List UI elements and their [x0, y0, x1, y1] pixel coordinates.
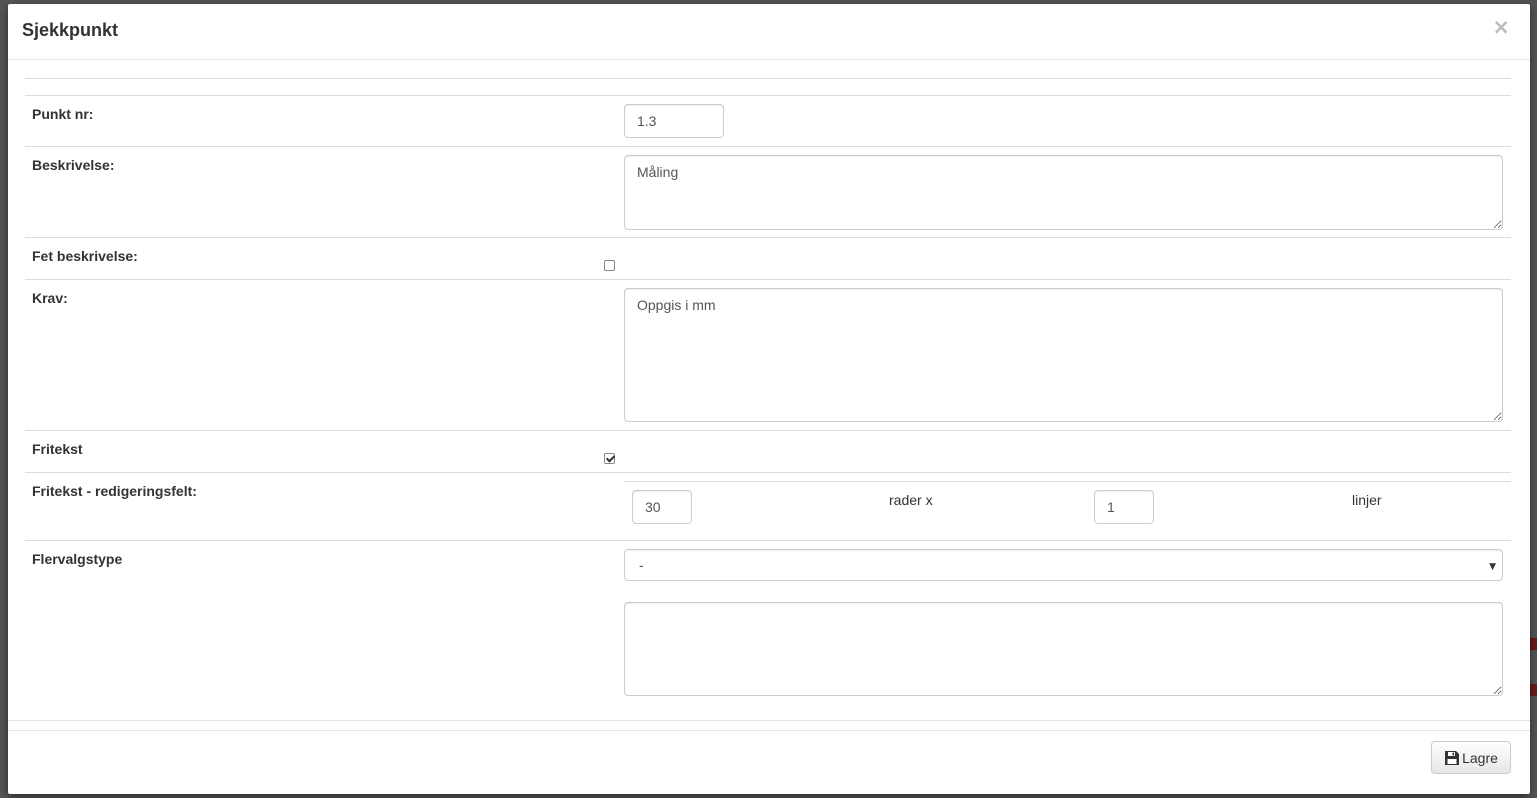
row-krav: Krav: Oppgis i mm: [25, 279, 1511, 431]
rows-suffix-label: rader x: [889, 492, 933, 508]
punkt-nr-input[interactable]: [624, 104, 724, 138]
beskrivelse-label: Beskrivelse:: [32, 157, 115, 173]
row-fritekst-felt: Fritekst - redigeringsfelt: rader x linj…: [25, 472, 1511, 540]
chevron-down-icon: ▼: [1489, 562, 1496, 572]
dialog-footer-divider: [8, 720, 1530, 794]
lines-suffix-label: linjer: [1352, 492, 1382, 508]
krav-label: Krav:: [32, 290, 68, 306]
row-beskrivelse: Beskrivelse: Måling: [25, 146, 1511, 237]
fet-beskrivelse-label: Fet beskrivelse:: [32, 248, 138, 264]
fritekst-checkbox[interactable]: [604, 453, 615, 464]
krav-textarea[interactable]: Oppgis i mm: [624, 288, 1503, 422]
fet-beskrivelse-checkbox[interactable]: [604, 260, 615, 271]
dialog-title: Sjekkpunkt: [22, 20, 119, 40]
row-fritekst: Fritekst: [25, 430, 1511, 472]
flervalg-options-textarea[interactable]: [624, 602, 1503, 696]
dialog-header: Sjekkpunkt ×: [8, 4, 1530, 60]
rows-input[interactable]: [632, 490, 692, 524]
row-flervalgstype: Flervalgstype - ▼: [25, 540, 1511, 721]
flervalgstype-label: Flervalgstype: [32, 551, 123, 567]
flervalgstype-selected-value: -: [639, 557, 644, 573]
backdrop-accent: [1529, 638, 1537, 650]
flervalgstype-select[interactable]: - ▼: [624, 549, 1503, 581]
sjekkpunkt-dialog: Sjekkpunkt × Punkt nr: Beskrivelse: Måli…: [8, 4, 1530, 794]
beskrivelse-textarea[interactable]: Måling: [624, 155, 1503, 230]
row-punkt-nr: Punkt nr:: [25, 95, 1511, 146]
save-button-label: Lagre: [1462, 749, 1498, 766]
divider: [25, 78, 1511, 79]
row-fet-beskrivelse: Fet beskrivelse:: [25, 237, 1511, 279]
divider: [8, 730, 1530, 731]
lines-input[interactable]: [1094, 490, 1154, 524]
punkt-nr-label: Punkt nr:: [32, 106, 94, 122]
floppy-disk-icon: [1445, 750, 1460, 765]
backdrop-accent: [1529, 684, 1537, 696]
save-button[interactable]: Lagre: [1431, 741, 1511, 774]
fritekst-label: Fritekst: [32, 441, 83, 457]
fritekst-felt-divider: [624, 481, 1511, 482]
fritekst-felt-label: Fritekst - redigeringsfelt:: [32, 483, 197, 499]
close-button[interactable]: ×: [1486, 16, 1516, 39]
